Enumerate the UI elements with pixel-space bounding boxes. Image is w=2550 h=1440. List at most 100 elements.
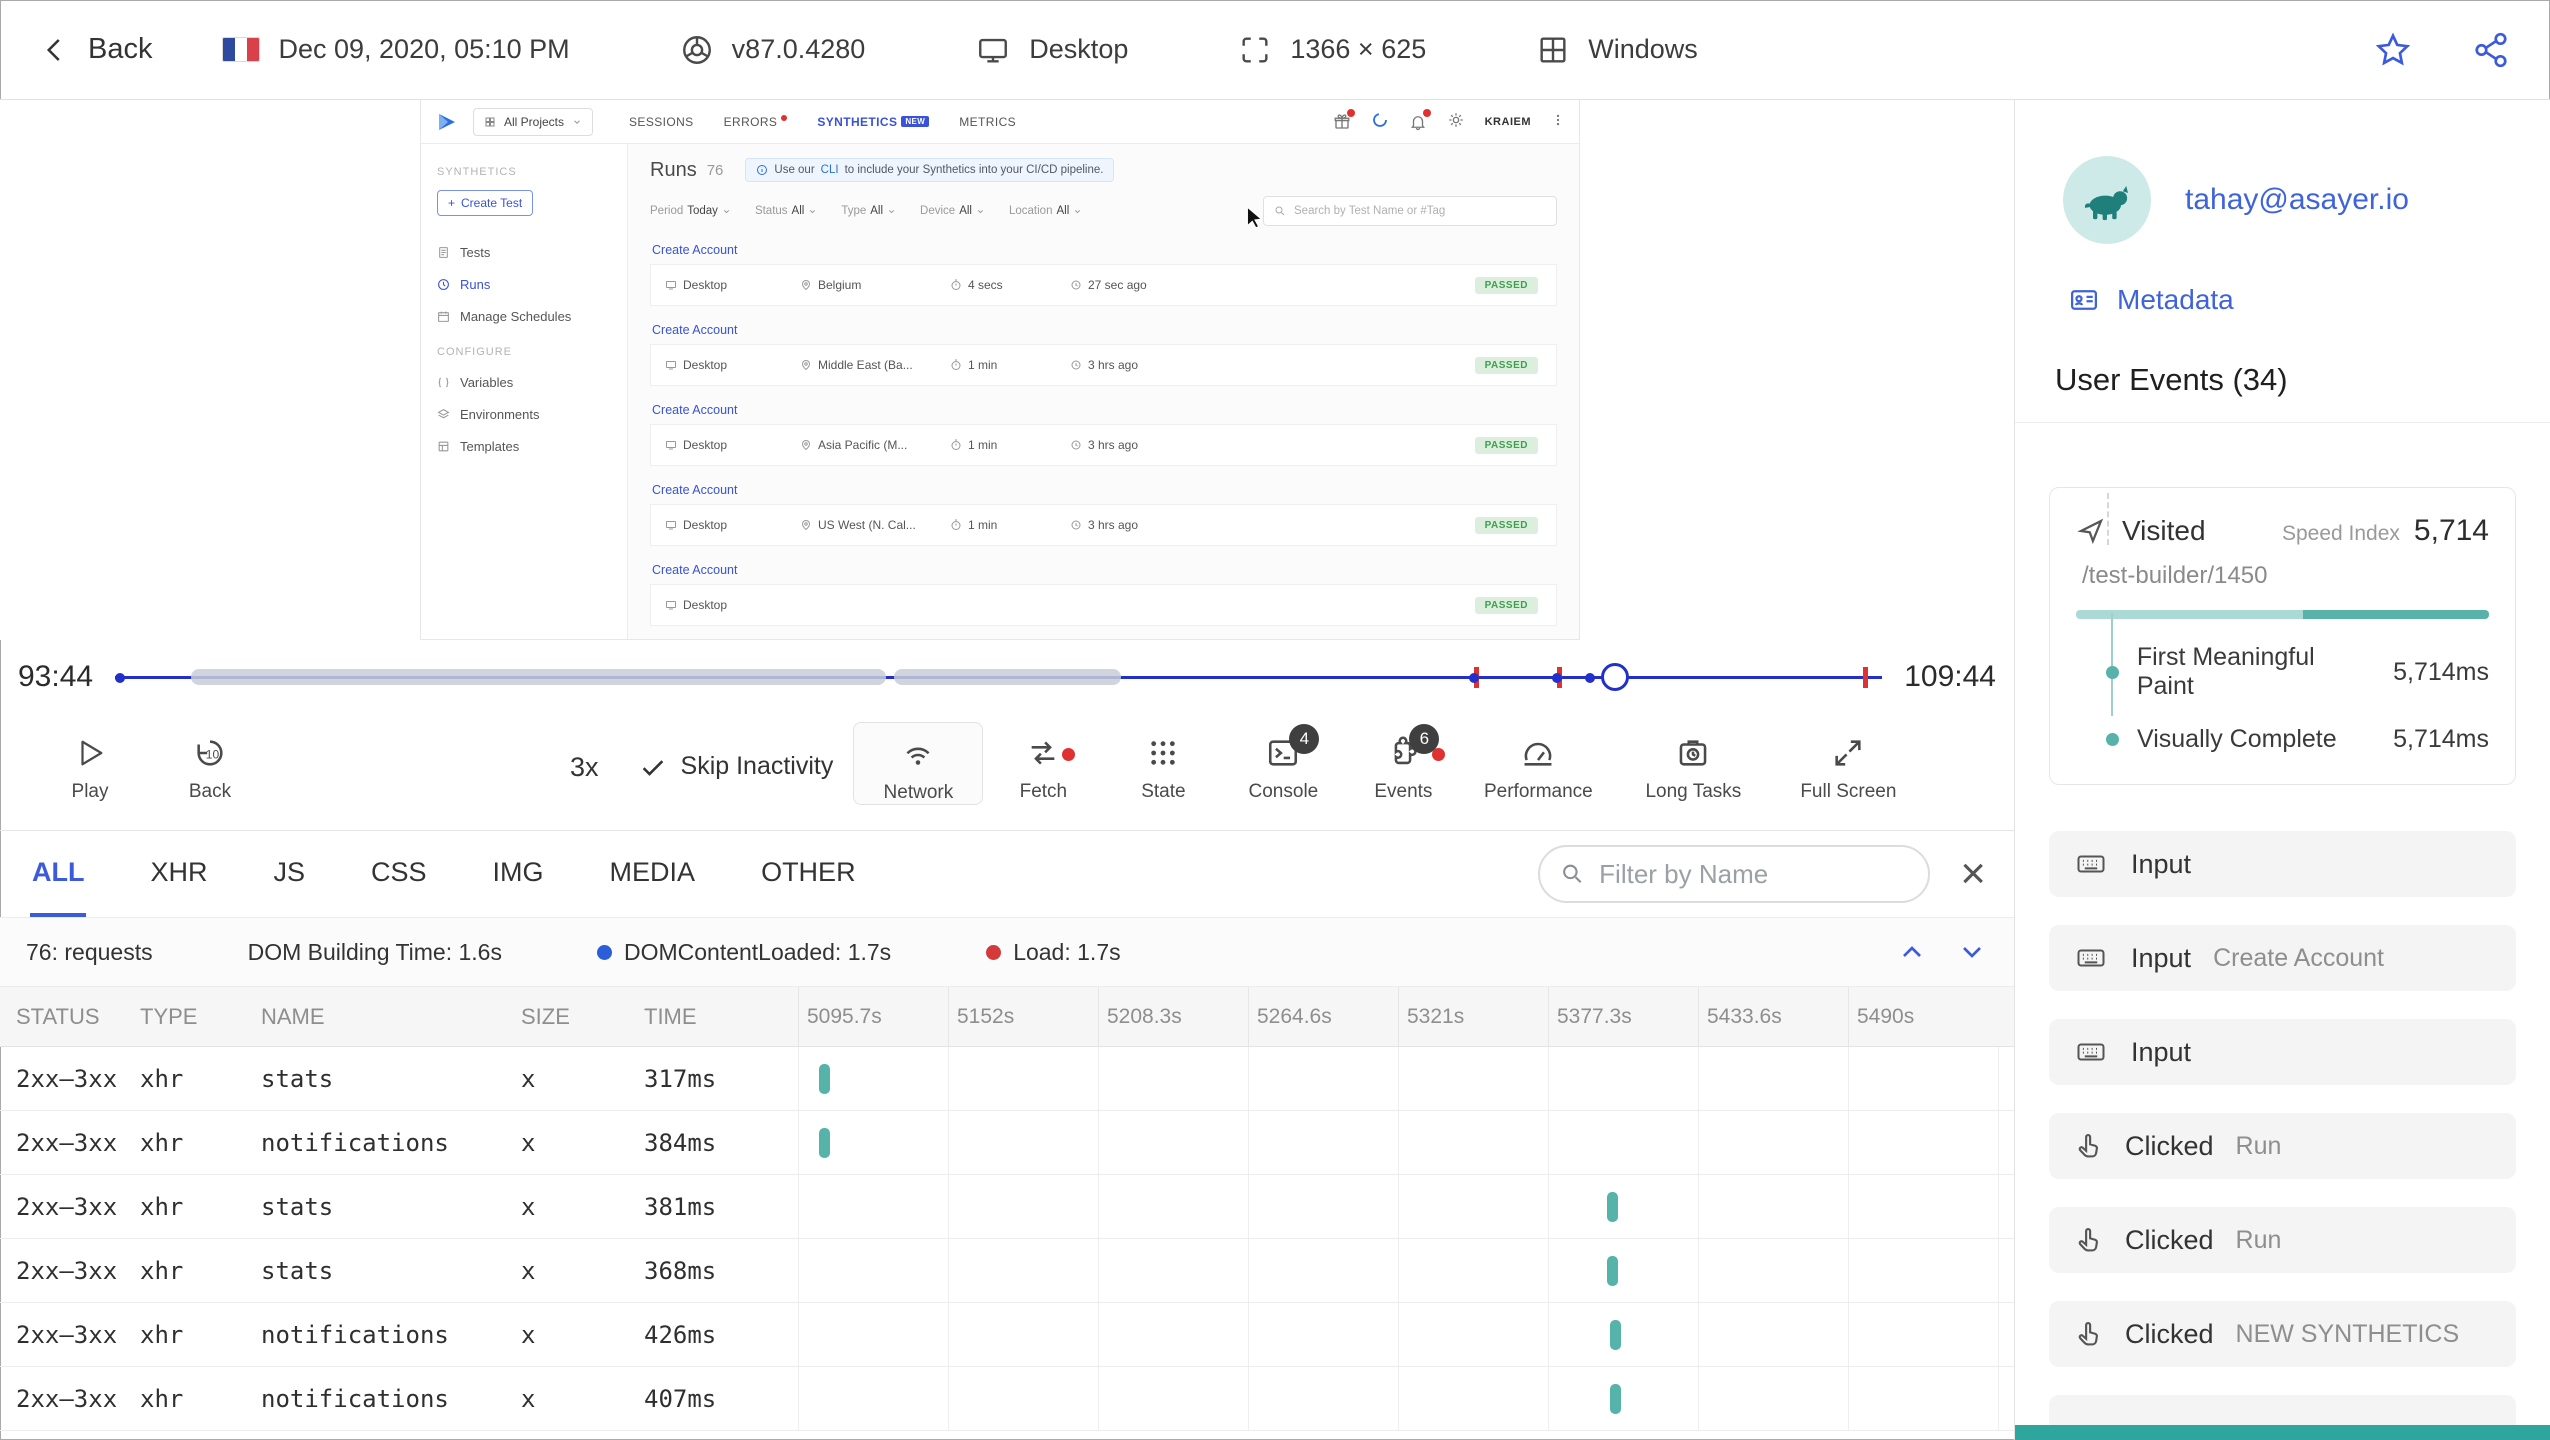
network-table: STATUS TYPE NAME SIZE TIME 5095.7s 5152s… bbox=[0, 987, 2014, 1440]
events-panel-button[interactable]: Events 6 bbox=[1343, 722, 1463, 803]
load-dot bbox=[986, 944, 1002, 960]
share-icon[interactable] bbox=[2472, 31, 2510, 69]
tab-media[interactable]: MEDIA bbox=[608, 831, 698, 917]
tab-all[interactable]: ALL bbox=[30, 831, 87, 917]
load-time: Load: 1.7s bbox=[986, 939, 1121, 966]
network-row[interactable]: 2xx–3xx xhr notifications x 407ms bbox=[0, 1367, 2014, 1431]
monitor-icon bbox=[666, 361, 676, 370]
visited-url: /test-builder/1450 bbox=[2082, 562, 2268, 589]
document-icon bbox=[439, 247, 448, 258]
fetch-alert-dot bbox=[1062, 748, 1076, 761]
col-type: TYPE bbox=[140, 1003, 198, 1029]
event-card-clicked[interactable]: Clicked Run bbox=[2049, 1113, 2516, 1179]
run-name-link: Create Account bbox=[652, 403, 738, 417]
gauge-icon bbox=[1524, 742, 1552, 766]
create-test-button: + Create Test bbox=[437, 190, 534, 216]
user-avatar bbox=[2063, 156, 2151, 244]
tab-xhr[interactable]: XHR bbox=[148, 831, 209, 917]
chevron-down-icon bbox=[810, 209, 816, 213]
test-search-input: Search by Test Name or #Tag bbox=[1263, 196, 1557, 226]
filter-by-name-input[interactable] bbox=[1599, 858, 1909, 890]
event-card-input[interactable]: Input Create Account bbox=[2049, 925, 2516, 991]
tab-css[interactable]: CSS bbox=[369, 831, 429, 917]
jump-previous-icon[interactable] bbox=[1896, 936, 1928, 968]
os-label: Windows bbox=[1588, 34, 1698, 64]
browser-version-label: v87.0.4280 bbox=[731, 34, 866, 64]
run-name-link: Create Account bbox=[652, 483, 738, 497]
cli-banner: Use our CLI to include your Synthetics i… bbox=[745, 158, 1115, 182]
long-tasks-icon bbox=[1680, 740, 1707, 766]
tab-img[interactable]: IMG bbox=[491, 831, 546, 917]
network-row[interactable]: 2xx–3xx xhr notifications x 384ms bbox=[0, 1111, 2014, 1175]
sidebar-item-runs: Runs bbox=[437, 277, 611, 292]
jump-next-icon[interactable] bbox=[1956, 936, 1988, 968]
gift-icon bbox=[1333, 108, 1355, 131]
time-tick: 5490s bbox=[1848, 987, 1998, 1046]
network-panel-button[interactable]: Network bbox=[853, 722, 984, 805]
network-row[interactable]: 2xx–3xx xhr stats x 368ms bbox=[0, 1239, 2014, 1303]
run-group: Create Account Desktop Middle East (Ba..… bbox=[650, 316, 1557, 386]
replayed-app: All Projects SESSIONS ERRORS SYNTHETICS N… bbox=[420, 100, 1580, 640]
tab-other[interactable]: OTHER bbox=[759, 831, 858, 917]
network-summary-bar: 76: requests DOM Building Time: 1.6s DOM… bbox=[0, 917, 2014, 987]
status-badge: PASSED bbox=[1474, 356, 1538, 374]
fetch-panel-button[interactable]: Fetch bbox=[983, 722, 1103, 803]
performance-panel-button[interactable]: Performance bbox=[1463, 722, 1613, 803]
close-panel-icon[interactable]: × bbox=[1960, 852, 1986, 896]
col-size: SIZE bbox=[521, 1003, 570, 1029]
user-events-title: User Events (34) bbox=[2055, 362, 2288, 397]
network-row[interactable]: 2xx–3xx xhr notifications x 426ms bbox=[0, 1303, 2014, 1367]
back-button[interactable]: Back bbox=[40, 33, 152, 66]
speed-index-bar bbox=[2076, 610, 2489, 619]
event-card-clicked[interactable]: Clicked Run bbox=[2049, 1207, 2516, 1273]
play-icon bbox=[81, 740, 103, 766]
network-row[interactable]: 2xx–3xx xhr stats x 381ms bbox=[0, 1175, 2014, 1239]
user-events-panel: tahay@asayer.io Metadata User Events (34… bbox=[2014, 100, 2550, 1440]
time-tick: 5095.7s bbox=[798, 987, 948, 1046]
time-tick: 5433.6s bbox=[1698, 987, 1848, 1046]
sidebar-section-configure: CONFIGURE bbox=[437, 346, 512, 358]
request-marker bbox=[818, 1064, 830, 1094]
back-10-button[interactable]: 10 Back bbox=[150, 722, 270, 803]
visited-event-card[interactable]: Visited Speed Index 5,714 /test-builder/… bbox=[2049, 487, 2516, 785]
playhead-handle[interactable] bbox=[1601, 663, 1630, 691]
state-grid-icon bbox=[1151, 741, 1176, 765]
dcl-dot bbox=[596, 944, 612, 960]
favorite-star-icon[interactable] bbox=[2374, 31, 2412, 69]
pin-icon bbox=[801, 520, 811, 531]
replay-stage: All Projects SESSIONS ERRORS SYNTHETICS N… bbox=[0, 100, 2014, 640]
event-card-input[interactable]: Input bbox=[2049, 1019, 2516, 1085]
network-row[interactable]: 2xx–3xx xhr stats x 317ms bbox=[0, 1047, 2014, 1111]
skip-inactivity-toggle[interactable]: Skip Inactivity bbox=[639, 752, 833, 781]
operating-system: Windows bbox=[1536, 33, 1698, 67]
col-name: NAME bbox=[261, 1003, 325, 1029]
viewport-corners-icon bbox=[1242, 36, 1268, 63]
run-row: Desktop US West (N. Cal... 1 min 3 hrs a… bbox=[650, 504, 1557, 546]
clock-icon bbox=[1071, 280, 1081, 290]
full-screen-button[interactable]: Full Screen bbox=[1773, 722, 1923, 803]
event-card-input[interactable]: Input bbox=[2049, 831, 2516, 897]
speed-toggle[interactable]: 3x bbox=[570, 752, 599, 783]
play-button[interactable]: Play bbox=[30, 722, 150, 803]
metadata-button[interactable]: Metadata bbox=[2015, 244, 2550, 316]
live-spinner-icon bbox=[1371, 111, 1389, 132]
timeline-track[interactable] bbox=[115, 640, 1883, 714]
long-tasks-panel-button[interactable]: Long Tasks bbox=[1613, 722, 1773, 803]
check-icon bbox=[642, 759, 663, 776]
clock-icon bbox=[1071, 360, 1081, 370]
layers-icon bbox=[437, 409, 450, 419]
session-date: Dec 09, 2020, 05:10 PM bbox=[222, 34, 570, 65]
gear-icon bbox=[1447, 111, 1465, 132]
pointer-icon bbox=[2078, 1321, 2098, 1346]
replayed-app-sidebar: SYNTHETICS + Create Test Tests Runs Mana… bbox=[421, 144, 628, 639]
network-tabs: ALL XHR JS CSS IMG MEDIA OTHER × bbox=[0, 831, 2014, 917]
tab-js[interactable]: JS bbox=[272, 831, 308, 917]
monitor-icon bbox=[979, 38, 1008, 63]
console-panel-button[interactable]: Console 4 bbox=[1223, 722, 1343, 803]
event-card-clicked[interactable]: Clicked NEW SYNTHETICS bbox=[2049, 1301, 2516, 1367]
col-status: STATUS bbox=[16, 1003, 100, 1029]
chevron-down-icon bbox=[1075, 209, 1081, 213]
state-panel-button[interactable]: State bbox=[1103, 722, 1223, 803]
pin-icon bbox=[801, 360, 811, 371]
navigate-icon bbox=[2077, 518, 2104, 545]
